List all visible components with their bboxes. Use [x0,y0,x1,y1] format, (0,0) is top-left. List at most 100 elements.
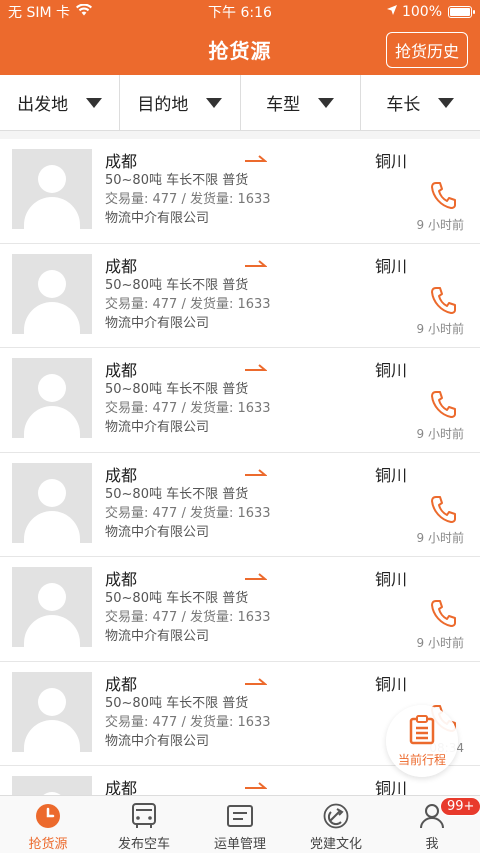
current-trip-label: 当前行程 [397,752,446,767]
company-name: 物流中介有限公司 [105,315,210,331]
listing-info: 成都 铜川 50~80吨 车长不限 普货交易量: 477 / 发货量: 1633 物流… [105,149,470,243]
tab-label: 运单管理 [213,837,266,852]
tab-waybill-management[interactable]: 运单管理 [192,796,288,853]
location-arrow-icon [386,4,398,20]
list-item[interactable]: 成都 铜川 50~80吨 车长不限 普货交易量: 477 / 发货量: 1633 物流… [0,453,480,557]
origin-city: 成都 [105,152,138,171]
phone-icon[interactable] [430,495,456,527]
post-time: 9 小时前 [416,322,464,336]
tab-label: 党建文化 [309,837,362,852]
route: 成都 铜川 [105,672,470,694]
tab-label: 我 [425,837,439,852]
destination-city: 铜川 [375,570,408,589]
battery-icon [448,6,475,18]
filter-label: 出发地 [17,95,69,115]
company-avatar [12,462,92,543]
destination-city: 铜川 [375,152,408,171]
carrier-label: 无 SIM 卡 [8,5,70,21]
current-trip-button[interactable]: 当前行程 [386,705,458,777]
document-icon [226,802,254,830]
origin-city: 成都 [105,361,138,380]
origin-city: 成都 [105,570,138,589]
company-avatar [12,253,92,334]
tab-publish-empty-truck[interactable]: 发布空车 [96,796,192,853]
phone-icon[interactable] [430,599,456,631]
company-avatar [12,567,92,647]
listing-info: 成都 铜川 50~80吨 车长不限 普货交易量: 477 / 发货量: 1633 物流… [105,463,470,557]
nav-bar: 抢货源 抢货历史 [0,24,480,75]
trade-stats: 交易量: 477 / 发货量: 1633 [105,296,271,312]
filter-origin[interactable]: 出发地 [0,75,121,130]
route: 成都 铜川 [105,463,470,485]
destination-city: 铜川 [375,465,408,485]
listing-info: 成都 铜川 50~80吨 车长不限 普货交易量: 477 / 发货量: 1633 物流… [105,358,470,452]
company-avatar [12,671,92,752]
caret-down-icon [86,97,103,108]
tab-grab-cargo[interactable]: 抢货源 [0,796,96,853]
post-time: 9 小时前 [416,217,464,232]
cargo-spec: 50~80吨 车长不限 普货 [105,173,249,188]
route-arrow-icon [245,364,267,374]
trade-stats: 交易量: 477 / 发货量: 1633 [105,401,271,416]
post-time: 9 小时前 [416,426,464,441]
cargo-spec: 50~80吨 车长不限 普货 [105,277,249,293]
route-arrow-icon [245,573,267,583]
cargo-spec: 50~80吨 车长不限 普货 [105,486,249,502]
destination-city: 铜川 [375,674,408,694]
route-arrow-icon [245,468,267,479]
wifi-icon [76,3,92,20]
truck-icon [131,802,157,830]
notification-badge: 99+ [440,797,480,816]
clipboard-icon [408,714,436,749]
caret-down-icon [438,97,455,108]
company-name: 物流中介有限公司 [105,524,210,540]
listing-info: 成都 铜川 50~80吨 车长不限 普货交易量: 477 / 发货量: 1633 物流… [105,254,470,348]
header-area: 无 SIM 卡 下午 6:16 100% 抢货源 抢货历史 [0,0,480,75]
filter-vehicle-length[interactable]: 车长 [361,75,480,130]
route: 成都 铜川 [105,567,470,589]
tab-label: 抢货源 [28,837,68,852]
filter-label: 目的地 [137,95,189,115]
list-item[interactable]: 成都 铜川 50~80吨 车长不限 普货交易量: 477 / 发货量: 1633 物流… [0,557,480,662]
phone-icon[interactable] [430,286,456,318]
origin-city: 成都 [105,465,138,485]
tab-label: 发布空车 [117,837,170,852]
phone-icon[interactable] [430,390,456,422]
battery-percent: 100% [401,4,442,20]
company-name: 物流中介有限公司 [105,629,210,644]
post-time: 9 小时前 [416,635,464,650]
company-avatar [12,149,92,229]
tab-party-culture[interactable]: 党建文化 [288,796,384,853]
list-item[interactable]: 成都 铜川 50~80吨 车长不限 普货交易量: 477 / 发货量: 1633 物流… [0,244,480,348]
filter-destination[interactable]: 目的地 [120,75,241,130]
cargo-spec: 50~80吨 车长不限 普货 [105,382,249,397]
filter-vehicle-type[interactable]: 车型 [241,75,361,130]
route: 成都 铜川 [105,358,470,380]
filter-bar: 出发地 目的地 车型 车长 [0,75,480,131]
list-item[interactable]: 成都 铜川 50~80吨 车长不限 普货交易量: 477 / 发货量: 1633 物流… [0,139,480,244]
company-name: 物流中介有限公司 [105,211,210,226]
trade-stats: 交易量: 477 / 发货量: 1633 [105,505,271,521]
caret-down-icon [318,97,335,108]
destination-city: 铜川 [375,256,408,276]
route-arrow-icon [245,782,267,792]
phone-icon[interactable] [430,181,456,213]
origin-city: 成都 [105,256,138,276]
filter-label: 车长 [386,95,421,115]
grab-history-button[interactable]: 抢货历史 [385,32,468,68]
route-arrow-icon [245,155,267,165]
company-name: 物流中介有限公司 [105,420,210,435]
cargo-spec: 50~80吨 车长不限 普货 [105,591,249,606]
trade-stats: 交易量: 477 / 发货量: 1633 [105,610,271,625]
page-title: 抢货源 [208,39,272,63]
destination-city: 铜川 [375,361,408,380]
listing-info: 成都 铜川 50~80吨 车长不限 普货交易量: 477 / 发货量: 1633 物流… [105,567,470,661]
list-item[interactable]: 成都 铜川 50~80吨 车长不限 普货交易量: 477 / 发货量: 1633 物流… [0,348,480,453]
company-avatar [12,358,92,438]
clock-icon [35,802,61,830]
trade-stats: 交易量: 477 / 发货量: 1633 [105,192,271,207]
tab-me[interactable]: 我 99+ [384,796,480,853]
post-time: 9 小时前 [416,531,464,545]
route-arrow-icon [245,259,267,270]
tab-bar: 抢货源 发布空车 运单管理 党建文化 我 99+ [0,795,480,853]
